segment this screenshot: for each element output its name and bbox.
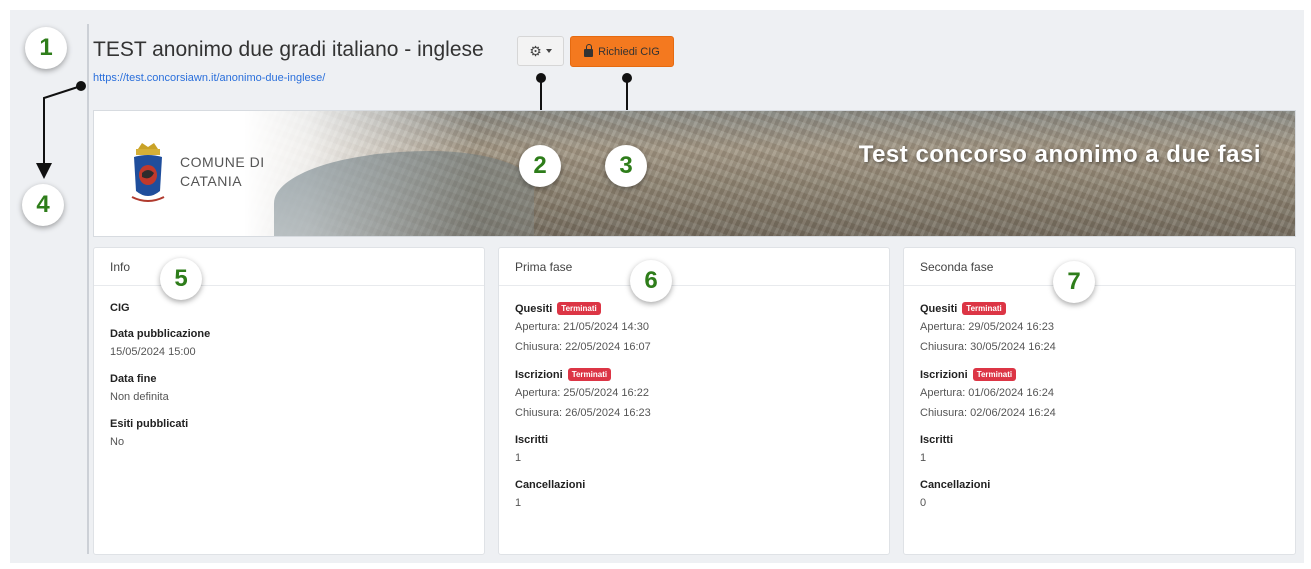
questions-closing: Chiusura: 30/05/2024 16:24 — [920, 341, 1056, 353]
chevron-down-icon — [545, 49, 552, 53]
cancellations-value: 0 — [920, 497, 927, 509]
page-title: TEST anonimo due gradi italiano - ingles… — [93, 38, 484, 61]
status-badge: Terminati — [557, 302, 601, 315]
contest-banner: COMUNE DI CATANIA Test concorso anonimo … — [93, 110, 1296, 237]
registered-value: 1 — [515, 452, 522, 464]
second-phase-heading: Seconda fase — [904, 248, 1295, 286]
registrations-label-text: Iscrizioni — [515, 368, 563, 381]
registrations-opening: Apertura: 01/06/2024 16:24 — [920, 387, 1054, 399]
registrations-closing: Chiusura: 26/05/2024 16:23 — [515, 407, 651, 419]
first-phase-card: Prima fase Quesiti Terminati Apertura: 2… — [498, 247, 890, 555]
comune-name: COMUNE DI CATANIA — [180, 153, 265, 191]
questions-opening: Apertura: 29/05/2024 16:23 — [920, 321, 1054, 333]
banner-title: Test concorso anonimo a due fasi — [858, 141, 1261, 168]
registrations-label: Iscrizioni Terminati — [920, 368, 1279, 381]
publication-date-value: 15/05/2024 15:00 — [110, 346, 196, 358]
registrations-opening: Apertura: 25/05/2024 16:22 — [515, 387, 649, 399]
second-phase-card: Seconda fase Quesiti Terminati Apertura:… — [903, 247, 1296, 555]
left-margin — [10, 10, 88, 563]
callout-1: 1 — [25, 27, 67, 69]
end-date-label: Data fine — [110, 373, 157, 385]
registrations-closing: Chiusura: 02/06/2024 16:24 — [920, 407, 1056, 419]
registrations-label-text: Iscrizioni — [920, 368, 968, 381]
registered-label: Iscritti — [515, 434, 549, 446]
callout-3: 3 — [605, 145, 647, 187]
request-cig-label: Richiedi CIG — [598, 45, 660, 58]
cancellations-label: Cancellazioni — [515, 479, 586, 491]
callout-7: 7 — [1053, 261, 1095, 303]
lock-icon — [584, 44, 594, 57]
registered-value: 1 — [920, 452, 927, 464]
status-badge: Terminati — [972, 368, 1017, 381]
callout-4: 4 — [22, 184, 64, 226]
gear-icon: ⚙ — [529, 43, 542, 59]
questions-opening: Apertura: 21/05/2024 14:30 — [515, 321, 649, 333]
info-card: Info CIG Data pubblicazione 15/05/2024 1… — [93, 247, 485, 555]
status-badge: Terminati — [962, 302, 1006, 315]
cig-label: CIG — [110, 302, 130, 314]
catania-crest-icon — [131, 143, 165, 202]
results-published-label: Esiti pubblicati — [110, 418, 189, 430]
status-badge: Terminati — [567, 368, 612, 381]
questions-closing: Chiusura: 22/05/2024 16:07 — [515, 341, 651, 353]
request-cig-button[interactable]: Richiedi CIG — [570, 36, 674, 67]
registrations-label: Iscrizioni Terminati — [515, 368, 873, 381]
first-phase-heading: Prima fase — [499, 248, 889, 286]
questions-label: Quesiti Terminati — [920, 302, 1279, 315]
info-card-heading: Info — [94, 248, 484, 286]
registered-label: Iscritti — [920, 434, 954, 446]
callout-5: 5 — [160, 258, 202, 300]
cancellations-value: 1 — [515, 497, 522, 509]
results-published-value: No — [110, 436, 125, 448]
left-divider — [87, 24, 89, 554]
end-date-value: Non definita — [110, 391, 169, 403]
publication-date-label: Data pubblicazione — [110, 328, 211, 340]
cancellations-label: Cancellazioni — [920, 479, 991, 491]
comune-line-2: CATANIA — [180, 173, 243, 189]
callout-2: 2 — [519, 145, 561, 187]
contest-url-link[interactable]: https://test.concorsiawn.it/anonimo-due-… — [93, 72, 325, 84]
settings-dropdown-button[interactable]: ⚙ — [517, 36, 564, 66]
questions-label-text: Quesiti — [515, 302, 553, 315]
comune-line-1: COMUNE DI — [180, 154, 265, 170]
questions-label: Quesiti Terminati — [515, 302, 873, 315]
questions-label-text: Quesiti — [920, 302, 958, 315]
callout-6: 6 — [630, 260, 672, 302]
